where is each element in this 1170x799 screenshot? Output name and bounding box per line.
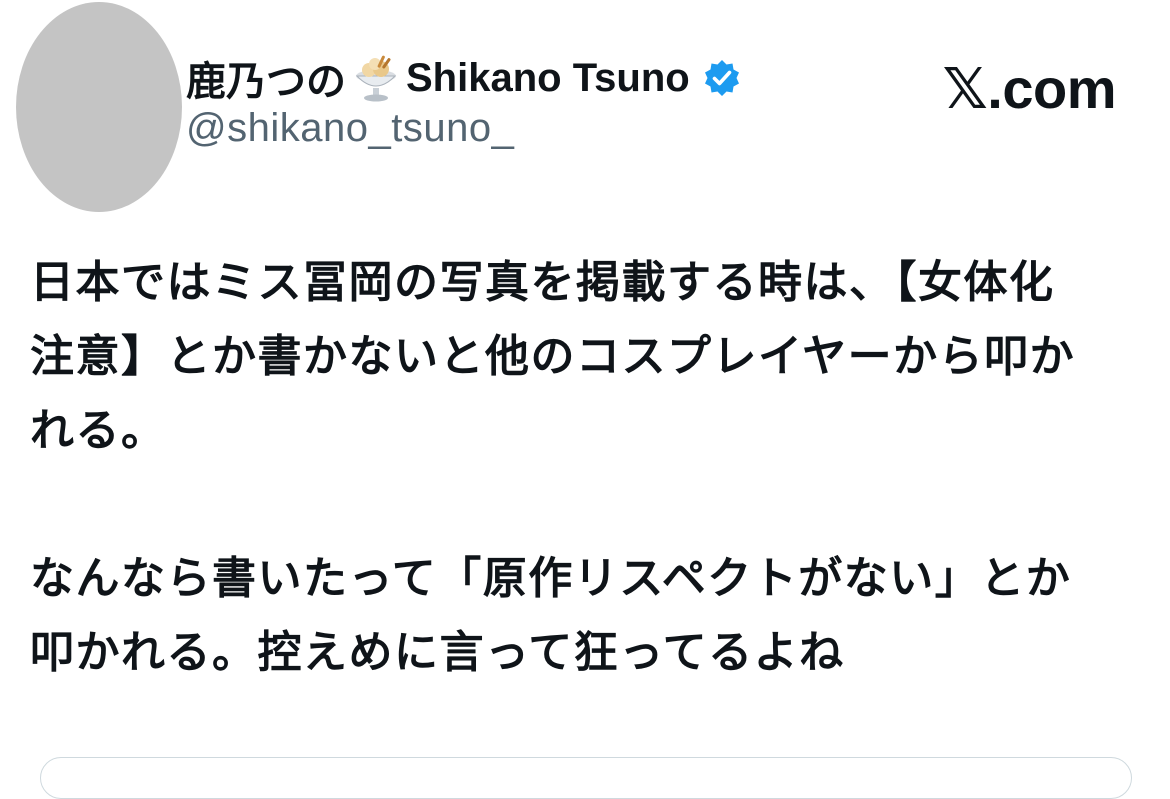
tweet-text-line: 日本ではミス冨岡の写真を掲載する時は、【女体化 (30, 258, 1055, 307)
tweet-text-line: れる。 (30, 406, 167, 455)
tweet-text-line: なんなら書いたって「原作リスペクトがない」とか (30, 554, 1072, 603)
tweet-text: 日本ではミス冨岡の写真を掲載する時は、【女体化 注意】とか書かないと他のコスプレ… (30, 246, 1140, 690)
verified-badge-icon (702, 58, 742, 98)
tweet-text-blank-line (30, 468, 1140, 542)
tweet-text-line: 叩かれる。控えめに言って狂ってるよね (30, 628, 845, 677)
embedded-card[interactable] (40, 757, 1132, 799)
ice-cream-sundae-emoji-icon (350, 52, 402, 104)
tweet-text-line: 注意】とか書かないと他のコスプレイヤーから叩か (30, 332, 1076, 381)
x-com-logo: 𝕏.com (942, 57, 1117, 120)
author-display-name-en: Shikano Tsuno (406, 55, 690, 100)
author-display-name: 鹿乃つの (186, 60, 346, 104)
author-name-row[interactable]: 鹿乃つの Shikano Tsuno (186, 52, 742, 104)
avatar[interactable] (16, 2, 182, 212)
author-handle[interactable]: @shikano_tsuno_ (186, 106, 514, 151)
